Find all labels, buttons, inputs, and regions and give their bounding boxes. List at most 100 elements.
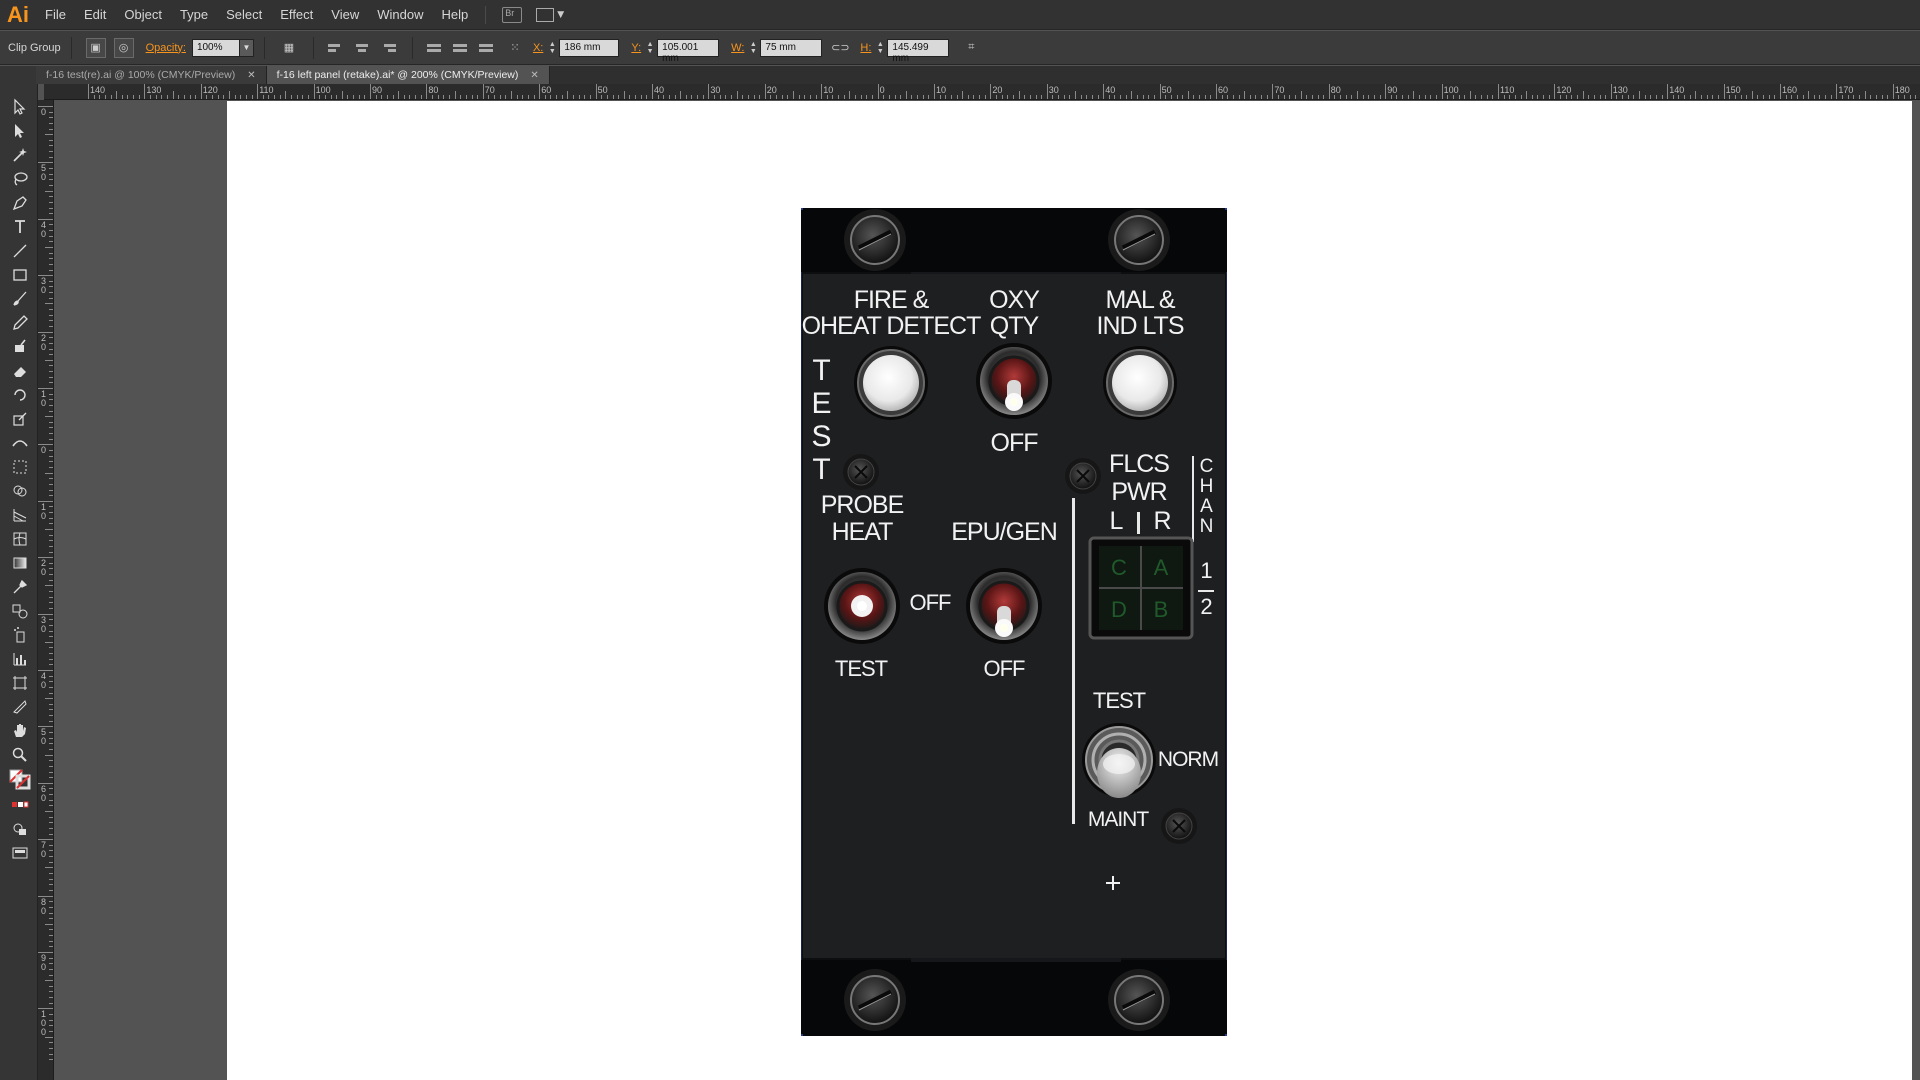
f16-left-panel-artwork[interactable]: FIRE & OHEAT DETECT OXY QTY OFF MAL & IN… <box>801 208 1227 1036</box>
ruler-minor-tick <box>606 95 608 99</box>
shape-builder-tool-icon[interactable] <box>8 480 32 502</box>
line-tool-icon[interactable] <box>8 240 32 262</box>
menu-view[interactable]: View <box>322 0 368 30</box>
rotate-tool-icon[interactable] <box>8 384 32 406</box>
align-bottom-icon[interactable] <box>478 40 497 56</box>
column-graph-tool-icon[interactable] <box>8 648 32 670</box>
paintbrush-tool-icon[interactable] <box>8 288 32 310</box>
recolor-icon[interactable]: ▦ <box>279 38 299 58</box>
ruler-minor-tick <box>888 95 890 99</box>
lasso-tool-icon[interactable] <box>8 168 32 190</box>
ruler-minor-tick <box>1791 95 1793 99</box>
gradient-tool-icon[interactable] <box>8 552 32 574</box>
menu-select[interactable]: Select <box>217 0 271 30</box>
probe-heat-toggle[interactable] <box>824 568 900 644</box>
ruler-minor-tick <box>674 95 676 99</box>
vertical-ruler[interactable]: 0 5 0 4 0 3 0 2 0 1 0 0 1 0 2 0 3 0 4 0 5 0 6 0 7 0 8 … <box>38 100 54 1080</box>
link-proportions-icon[interactable]: ⊂⊃ <box>830 38 850 58</box>
ruler-minor-tick <box>330 95 332 99</box>
pencil-tool-icon[interactable] <box>8 312 32 334</box>
opacity-input[interactable]: 100% <box>191 38 240 57</box>
mesh-tool-icon[interactable] <box>8 528 32 550</box>
ruler-minor-tick <box>49 280 53 282</box>
align-top-icon[interactable] <box>426 40 445 56</box>
align-right-icon[interactable] <box>380 40 398 56</box>
ruler-minor-tick <box>336 95 338 99</box>
menu-file[interactable]: File <box>36 0 75 30</box>
h-stepper[interactable]: ▲ ▼ <box>875 39 885 57</box>
y-stepper[interactable]: ▲ ▼ <box>645 39 655 57</box>
align-middle-icon[interactable] <box>452 40 471 56</box>
close-icon[interactable]: ✕ <box>247 70 255 81</box>
artboard-tool-icon[interactable] <box>8 672 32 694</box>
ruler-minor-tick <box>49 715 53 717</box>
align-center-icon[interactable] <box>354 40 372 56</box>
blob-brush-tool-icon[interactable] <box>8 336 32 358</box>
edit-contents-button[interactable]: ◎ <box>113 37 134 58</box>
ruler-minor-tick <box>49 777 53 779</box>
transform-grid-icon[interactable]: ⁙ <box>505 38 525 58</box>
symbol-sprayer-tool-icon[interactable] <box>8 624 32 646</box>
ruler-minor-tick <box>685 95 687 99</box>
zoom-tool-icon[interactable] <box>8 744 32 766</box>
draw-mode-icon[interactable] <box>8 818 32 840</box>
edit-clipping-path-button[interactable]: ▣ <box>85 37 106 58</box>
type-tool-icon[interactable] <box>8 216 32 238</box>
ruler-minor-tick <box>49 365 53 367</box>
free-transform-tool-icon[interactable] <box>8 456 32 478</box>
x-input[interactable]: 186 mm <box>559 38 620 57</box>
perspective-grid-tool-icon[interactable] <box>8 504 32 526</box>
screen-mode-icon[interactable] <box>8 842 32 864</box>
arrange-documents-button[interactable]: ▼ <box>536 7 564 22</box>
menu-help[interactable]: Help <box>432 0 477 30</box>
color-mode-icon[interactable] <box>8 794 32 816</box>
bridge-button[interactable] <box>502 6 523 23</box>
opacity-label[interactable]: Opacity: <box>146 42 186 54</box>
direct-selection-tool-icon[interactable] <box>8 120 32 142</box>
menu-window[interactable]: Window <box>368 0 432 30</box>
blend-tool-icon[interactable] <box>8 600 32 622</box>
tab-document-2[interactable]: f-16 left panel (retake).ai* @ 200% (CMY… <box>266 66 550 84</box>
menu-effect[interactable]: Effect <box>271 0 322 30</box>
horizontal-ruler[interactable]: 140 130 120 110 100 90 80 70 60 50 40 30 20 10 0 10 20 30… <box>44 84 1920 100</box>
y-input[interactable]: 105.001 mm <box>657 38 720 64</box>
magic-wand-tool-icon[interactable] <box>8 144 32 166</box>
menu-object[interactable]: Object <box>115 0 171 30</box>
rectangle-tool-icon[interactable] <box>8 264 32 286</box>
rail-screw-top-left <box>844 209 906 271</box>
w-stepper[interactable]: ▲ ▼ <box>748 39 758 57</box>
eyedropper-tool-icon[interactable] <box>8 576 32 598</box>
ruler-minor-tick <box>714 95 716 99</box>
x-stepper[interactable]: ▲ ▼ <box>547 39 557 57</box>
width-tool-icon[interactable] <box>8 432 32 454</box>
close-icon[interactable]: ✕ <box>530 70 538 81</box>
w-input[interactable]: 75 mm <box>760 38 823 57</box>
pen-tool-icon[interactable] <box>8 192 32 214</box>
fire-oheat-test-button[interactable] <box>854 346 928 420</box>
ruler-minor-tick <box>883 95 885 99</box>
align-left-icon[interactable] <box>327 40 346 56</box>
oxy-qty-toggle[interactable] <box>976 343 1052 419</box>
epu-gen-toggle[interactable] <box>966 568 1042 644</box>
opacity-dropdown[interactable]: ▼ <box>239 38 254 57</box>
ruler-tick <box>1103 84 1105 99</box>
ruler-label: 180 <box>1894 85 1910 95</box>
test-vertical-t2: T <box>812 453 830 486</box>
transform-icon[interactable]: ⌗ <box>961 38 981 58</box>
hand-tool-icon[interactable] <box>8 720 32 742</box>
slice-tool-icon[interactable] <box>8 696 32 718</box>
ruler-minor-tick <box>45 303 53 305</box>
eraser-tool-icon[interactable] <box>8 360 32 382</box>
flcs-label-line1: FLCS <box>1109 450 1169 478</box>
menu-edit[interactable]: Edit <box>75 0 115 30</box>
menu-type[interactable]: Type <box>171 0 217 30</box>
tab-document-1[interactable]: f-16 test(re).ai @ 100% (CMYK/Preview) ✕ <box>36 66 267 84</box>
scale-tool-icon[interactable] <box>8 408 32 430</box>
h-input[interactable]: 145.499 mm <box>887 38 950 64</box>
mal-ind-lts-test-button[interactable] <box>1103 346 1177 420</box>
selection-tool-icon[interactable] <box>8 96 32 118</box>
ruler-minor-tick <box>49 568 53 570</box>
ruler-minor-tick <box>1007 95 1009 99</box>
ruler-minor-tick <box>804 95 806 99</box>
fill-stroke-swatch-icon[interactable] <box>6 768 34 790</box>
